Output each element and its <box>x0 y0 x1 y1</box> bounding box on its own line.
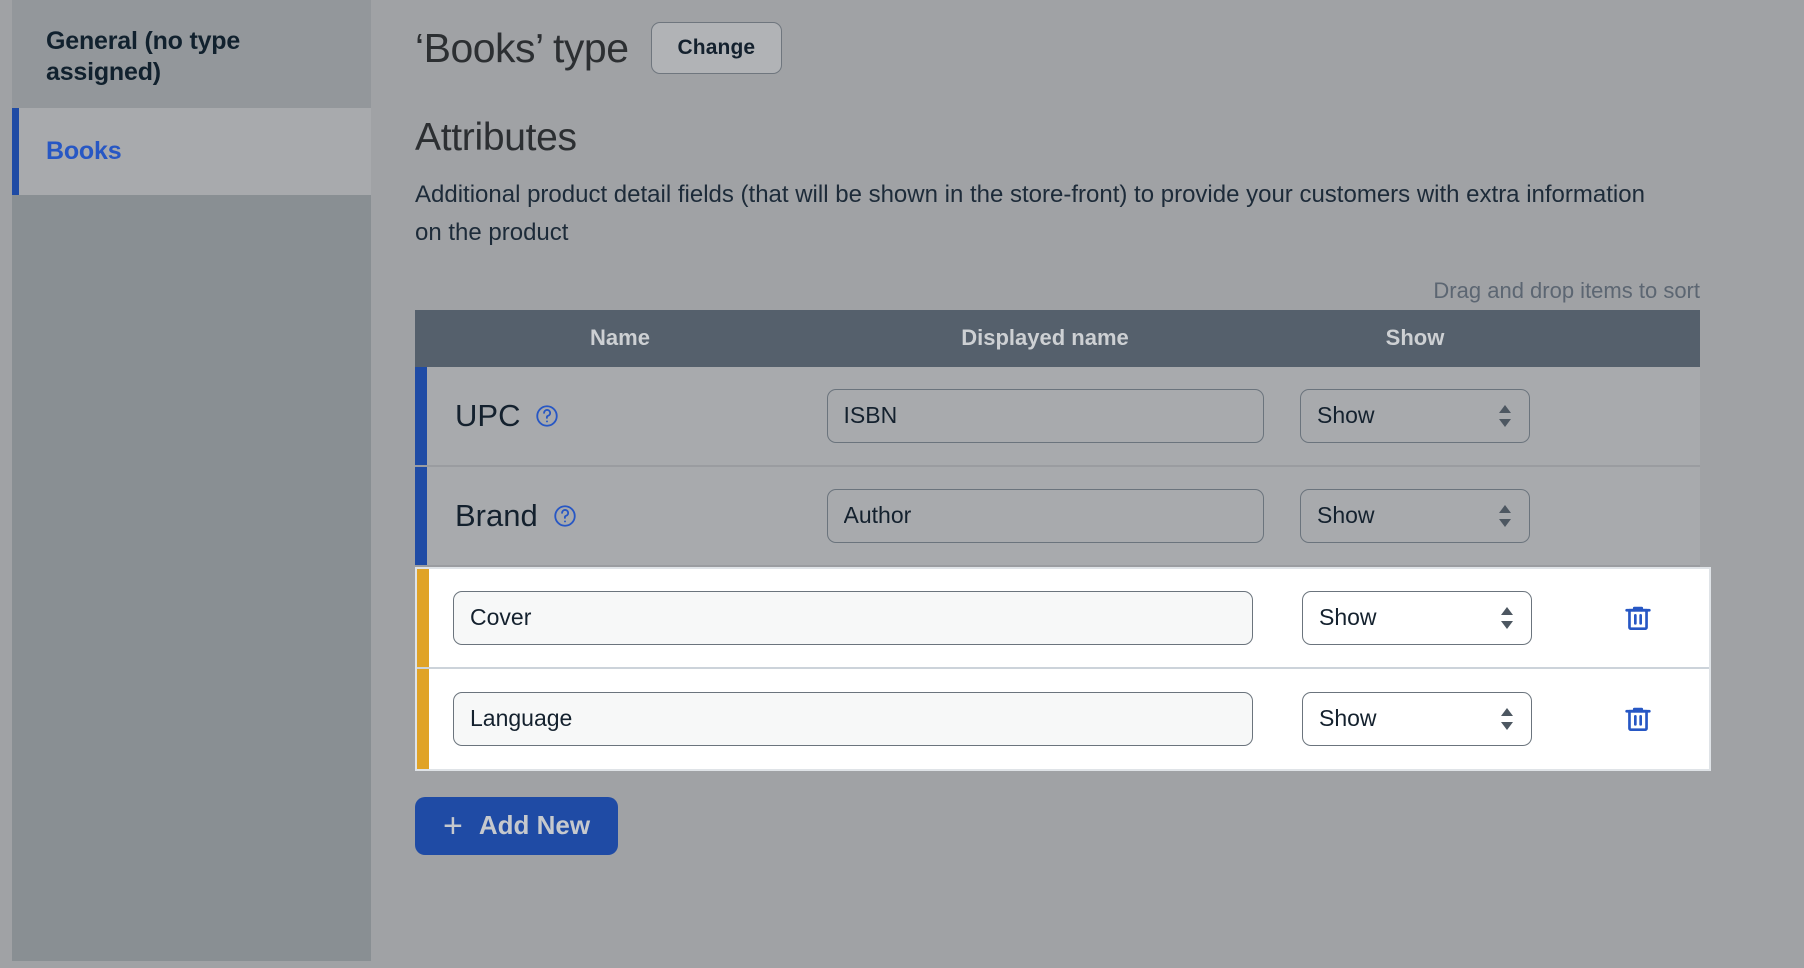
show-select-wrapper: Show <box>1300 489 1530 543</box>
editable-attributes-group: Show <box>415 567 1711 771</box>
attribute-name-label: Brand <box>455 498 538 534</box>
table-row[interactable]: UPC Show <box>415 367 1700 467</box>
question-circle-icon[interactable] <box>552 503 578 529</box>
table-header-row: Name Displayed name Show <box>415 310 1700 367</box>
displayed-name-cell <box>453 591 1267 645</box>
drag-handle[interactable] <box>415 367 427 465</box>
show-cell: Show <box>1265 389 1565 443</box>
drag-and-drop-hint: Drag and drop items to sort <box>415 278 1700 304</box>
show-select[interactable]: Show <box>1300 389 1530 443</box>
show-select-wrapper: Show <box>1302 692 1532 746</box>
displayed-name-input[interactable] <box>827 389 1264 443</box>
trash-icon <box>1622 723 1654 738</box>
delete-row-button[interactable] <box>1618 598 1658 638</box>
drag-handle[interactable] <box>417 669 429 769</box>
show-select[interactable]: Show <box>1300 489 1530 543</box>
column-header-show: Show <box>1265 325 1565 351</box>
sidebar-item-general[interactable]: General (no type assigned) <box>12 0 371 108</box>
table-row[interactable]: Show <box>417 569 1709 669</box>
attribute-name-cell: UPC <box>415 398 825 434</box>
app-window: General (no type assigned) Books ‘Books’… <box>0 0 1804 968</box>
page-title: ‘Books’ type <box>415 25 629 72</box>
displayed-name-cell <box>825 389 1265 443</box>
show-cell: Show <box>1267 692 1567 746</box>
drag-handle[interactable] <box>415 467 427 565</box>
sidebar-item-label: Books <box>46 136 121 167</box>
attribute-name-cell: Brand <box>415 498 825 534</box>
attributes-description: Additional product detail fields (that w… <box>415 176 1665 252</box>
sidebar-item-books[interactable]: Books <box>12 108 371 195</box>
table-row[interactable]: Show <box>417 669 1709 769</box>
actions-cell <box>1567 598 1709 638</box>
column-header-name: Name <box>415 325 825 351</box>
displayed-name-cell <box>453 692 1267 746</box>
attribute-name-label: UPC <box>455 398 520 434</box>
plus-icon: + <box>443 809 463 843</box>
add-new-label: Add New <box>479 810 590 841</box>
show-select[interactable]: Show <box>1302 692 1532 746</box>
attributes-table: Name Displayed name Show UPC <box>415 310 1700 771</box>
trash-icon <box>1622 622 1654 637</box>
show-select-wrapper: Show <box>1300 389 1530 443</box>
displayed-name-cell <box>825 489 1265 543</box>
delete-row-button[interactable] <box>1618 699 1658 739</box>
main-content: ‘Books’ type Change Attributes Additiona… <box>371 0 1804 968</box>
question-circle-icon[interactable] <box>534 403 560 429</box>
column-header-displayed-name: Displayed name <box>825 325 1265 351</box>
show-cell: Show <box>1265 489 1565 543</box>
show-select[interactable]: Show <box>1302 591 1532 645</box>
actions-cell <box>1567 699 1709 739</box>
add-new-button[interactable]: + Add New <box>415 797 618 855</box>
attributes-heading: Attributes <box>415 116 1804 160</box>
displayed-name-input[interactable] <box>453 591 1253 645</box>
change-type-button[interactable]: Change <box>651 22 783 74</box>
sidebar-empty-area <box>12 195 371 961</box>
active-indicator <box>12 108 19 195</box>
displayed-name-input[interactable] <box>827 489 1264 543</box>
show-cell: Show <box>1267 591 1567 645</box>
page-header: ‘Books’ type Change <box>415 0 1804 74</box>
sidebar: General (no type assigned) Books <box>12 0 371 968</box>
displayed-name-input[interactable] <box>453 692 1253 746</box>
drag-handle[interactable] <box>417 569 429 667</box>
show-select-wrapper: Show <box>1302 591 1532 645</box>
table-row[interactable]: Brand Show <box>415 467 1700 567</box>
